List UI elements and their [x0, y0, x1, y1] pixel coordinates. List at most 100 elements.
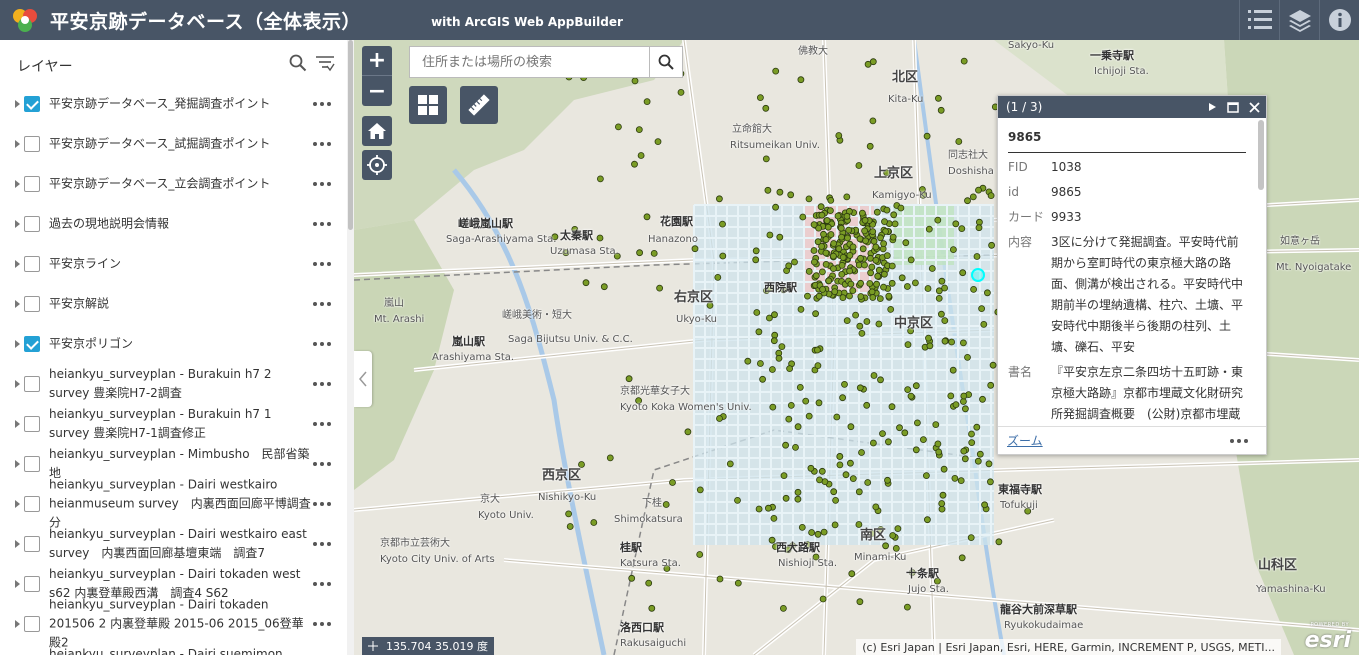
close-icon[interactable]: [1249, 101, 1260, 113]
expand-caret-icon[interactable]: [15, 300, 20, 308]
survey-point: [776, 188, 784, 196]
survey-point: [947, 392, 955, 400]
layer-item[interactable]: heiankyu_surveyplan - Dairi westkairo ea…: [0, 524, 347, 564]
more-options-icon[interactable]: [313, 622, 331, 626]
layer-item[interactable]: 平安京解説: [0, 284, 347, 324]
layer-visibility-checkbox[interactable]: [24, 176, 40, 192]
expand-caret-icon[interactable]: [15, 380, 20, 388]
survey-point: [814, 530, 822, 538]
zoom-in-button[interactable]: +: [362, 46, 392, 76]
survey-point: [858, 209, 866, 217]
basemap-gallery-button[interactable]: [409, 86, 447, 124]
expand-caret-icon[interactable]: [15, 260, 20, 268]
expand-caret-icon[interactable]: [15, 100, 20, 108]
layer-visibility-checkbox[interactable]: [24, 296, 40, 312]
survey-point: [904, 603, 911, 611]
survey-point: [755, 328, 763, 336]
more-options-icon[interactable]: [313, 502, 331, 506]
map-place-label: Katsura Sta.: [620, 558, 681, 569]
legend-button[interactable]: [1239, 0, 1279, 40]
expand-caret-icon[interactable]: [15, 220, 20, 228]
survey-point: [859, 245, 867, 253]
popup-scrollbar[interactable]: [1258, 120, 1264, 190]
zoom-out-button[interactable]: −: [362, 76, 392, 106]
home-button[interactable]: [362, 116, 392, 146]
survey-point: [890, 211, 898, 219]
more-options-icon[interactable]: [313, 582, 331, 586]
more-options-icon[interactable]: [313, 542, 331, 546]
layer-item[interactable]: heiankyu_surveyplan - Dairi westkairo he…: [0, 478, 347, 530]
survey-point: [645, 579, 653, 587]
layer-item[interactable]: heiankyu_surveyplan - Dairi suemimon nor…: [0, 644, 347, 655]
more-options-icon[interactable]: [313, 182, 331, 186]
expand-caret-icon[interactable]: [15, 460, 20, 468]
more-options-icon[interactable]: [313, 342, 331, 346]
popup-more-icon[interactable]: [1230, 439, 1248, 443]
expand-caret-icon[interactable]: [15, 180, 20, 188]
layer-item[interactable]: 過去の現地説明会情報: [0, 204, 347, 244]
expand-caret-icon[interactable]: [15, 500, 20, 508]
survey-point: [866, 142, 874, 150]
layer-visibility-checkbox[interactable]: [24, 216, 40, 232]
more-options-icon[interactable]: [313, 142, 331, 146]
layer-visibility-checkbox[interactable]: [24, 416, 40, 432]
expand-caret-icon[interactable]: [15, 620, 20, 628]
measurement-button[interactable]: [460, 86, 498, 124]
layer-visibility-checkbox[interactable]: [24, 616, 40, 632]
more-options-icon[interactable]: [313, 422, 331, 426]
layer-item[interactable]: 平安京跡データベース_立会調査ポイント: [0, 164, 347, 204]
panel-scrollbar-thumb[interactable]: [348, 40, 353, 230]
layer-label: 平安京解説: [49, 296, 110, 311]
map-attribution: (c) Esri Japan | Esri Japan, Esri, HERE,…: [856, 639, 1281, 655]
layer-visibility-checkbox[interactable]: [24, 136, 40, 152]
map-view[interactable]: 北区 Kita-Ku 上京区 Kamigyo-Ku 右京区 Ukyo-Ku 中京区 西京区 Ni…: [354, 40, 1359, 655]
survey-point: [669, 479, 676, 486]
survey-point: [696, 486, 704, 494]
popup-content: 9865 FID 1038 id 9865 カード 9933 内容 3区に分けて発掘調査。平安…: [998, 118, 1256, 426]
more-options-icon[interactable]: [313, 302, 331, 306]
layer-visibility-checkbox[interactable]: [24, 456, 40, 472]
more-options-icon[interactable]: [313, 382, 331, 386]
layer-visibility-checkbox[interactable]: [24, 376, 40, 392]
layer-item[interactable]: 平安京ライン: [0, 244, 347, 284]
survey-point: [941, 284, 948, 292]
layer-item[interactable]: heiankyu_surveyplan - Burakuin h7 1 surv…: [0, 404, 347, 444]
survey-point: [985, 460, 993, 468]
expand-caret-icon[interactable]: [15, 140, 20, 148]
expand-caret-icon[interactable]: [15, 340, 20, 348]
zoom-to-link[interactable]: ズーム: [1007, 432, 1043, 449]
crosshair-icon[interactable]: [368, 641, 378, 651]
search-input[interactable]: [410, 47, 649, 77]
layer-list-button[interactable]: [1279, 0, 1319, 40]
expand-caret-icon[interactable]: [15, 420, 20, 428]
layer-visibility-checkbox[interactable]: [24, 576, 40, 592]
layer-item[interactable]: 平安京跡データベース_発掘調査ポイント: [0, 84, 347, 124]
about-button[interactable]: [1319, 0, 1359, 40]
survey-point: [832, 496, 840, 504]
more-options-icon[interactable]: [313, 102, 331, 106]
expand-caret-icon[interactable]: [15, 580, 20, 588]
layer-visibility-checkbox[interactable]: [24, 336, 40, 352]
panel-collapse-button[interactable]: [354, 351, 372, 407]
layer-visibility-checkbox[interactable]: [24, 496, 40, 512]
more-options-icon[interactable]: [313, 462, 331, 466]
more-options-icon[interactable]: [313, 222, 331, 226]
more-options-icon[interactable]: [313, 262, 331, 266]
filter-icon[interactable]: [315, 54, 335, 72]
layer-item[interactable]: heiankyu_surveyplan - Burakuin h7 2 surv…: [0, 364, 347, 404]
layer-item[interactable]: heiankyu_surveyplan - Dairi tokaden 2015…: [0, 598, 347, 650]
layer-visibility-checkbox[interactable]: [24, 256, 40, 272]
search-button[interactable]: [649, 47, 682, 77]
search-icon[interactable]: [289, 54, 307, 72]
my-location-button[interactable]: [362, 150, 392, 180]
layer-item[interactable]: 平安京ポリゴン: [0, 324, 347, 364]
survey-point: [715, 195, 723, 203]
layer-visibility-checkbox[interactable]: [24, 96, 40, 112]
layer-visibility-checkbox[interactable]: [24, 536, 40, 552]
layer-item[interactable]: 平安京跡データベース_試掘調査ポイント: [0, 124, 347, 164]
expand-caret-icon[interactable]: [15, 540, 20, 548]
next-icon[interactable]: [1207, 102, 1217, 112]
survey-point: [932, 421, 940, 429]
survey-point: [776, 233, 784, 241]
maximize-icon[interactable]: [1227, 101, 1239, 113]
